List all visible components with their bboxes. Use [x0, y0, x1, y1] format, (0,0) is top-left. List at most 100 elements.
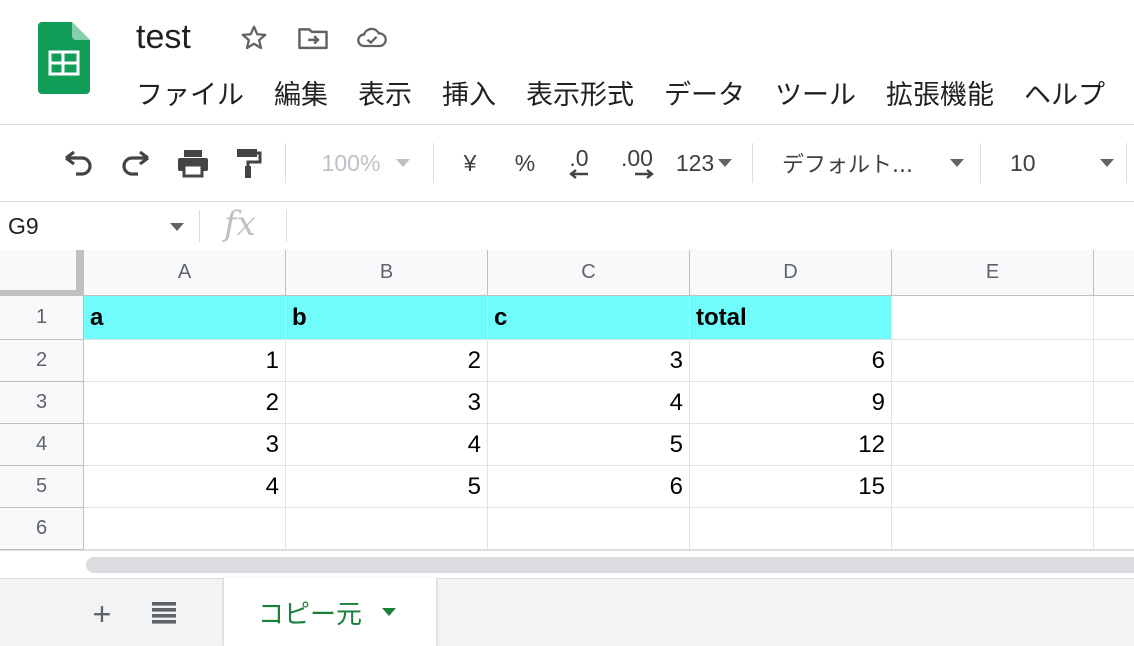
formula-bar-separator	[286, 210, 287, 242]
formula-bar-separator	[199, 210, 200, 242]
star-icon[interactable]	[238, 22, 270, 54]
cell-e3[interactable]	[892, 382, 1094, 424]
cell-c1[interactable]: c	[488, 296, 690, 340]
cell-a5[interactable]: 4	[84, 466, 286, 508]
undo-icon[interactable]	[58, 143, 100, 183]
cell-b4[interactable]: 4	[286, 424, 488, 466]
toolbar-separator	[433, 143, 434, 183]
menu-bar: ファイル 編集 表示 挿入 表示形式 データ ツール 拡張機能 ヘルプ	[136, 76, 1134, 116]
row-header-2[interactable]: 2	[0, 340, 84, 382]
arrow-left-icon	[569, 169, 588, 179]
name-box[interactable]: G9	[8, 208, 39, 244]
column-header-a[interactable]: A	[84, 250, 286, 296]
row-header-6[interactable]: 6	[0, 508, 84, 550]
all-sheets-menu-icon[interactable]	[150, 600, 178, 626]
cell-c3[interactable]: 4	[488, 382, 690, 424]
cell-c5[interactable]: 6	[488, 466, 690, 508]
font-size-select[interactable]: 10	[1010, 143, 1114, 183]
spreadsheet-grid: A B C D E 1 2 3 4 5 6 a b c total 1 2 3 …	[0, 250, 1134, 550]
row-header-1[interactable]: 1	[0, 296, 84, 340]
toolbar-separator	[285, 143, 286, 183]
cell-f1[interactable]	[1094, 296, 1134, 340]
cell-f3[interactable]	[1094, 382, 1134, 424]
column-header-c[interactable]: C	[488, 250, 690, 296]
menu-extensions[interactable]: 拡張機能	[886, 76, 994, 116]
cell-a3[interactable]: 2	[84, 382, 286, 424]
cloud-saved-icon[interactable]	[356, 22, 388, 54]
formula-bar-divider	[0, 201, 1134, 202]
row-header-4[interactable]: 4	[0, 424, 84, 466]
document-title[interactable]: test	[136, 16, 191, 58]
cell-d3[interactable]: 9	[690, 382, 892, 424]
column-header-b[interactable]: B	[286, 250, 488, 296]
sheets-logo-icon[interactable]	[38, 22, 90, 94]
toolbar: 100% ¥ % .0 .00 123 デフォルト... 10	[0, 125, 1134, 201]
cell-a2[interactable]: 1	[84, 340, 286, 382]
cell-b5[interactable]: 5	[286, 466, 488, 508]
add-sheet-button[interactable]: +	[88, 596, 116, 632]
cell-b3[interactable]: 3	[286, 382, 488, 424]
cell-b2[interactable]: 2	[286, 340, 488, 382]
cell-d2[interactable]: 6	[690, 340, 892, 382]
horizontal-scroll-thumb[interactable]	[86, 557, 1134, 573]
sheet-tab-active[interactable]: コピー元	[224, 578, 436, 646]
cell-c2[interactable]: 3	[488, 340, 690, 382]
cell-e2[interactable]	[892, 340, 1094, 382]
fx-icon: fx	[224, 204, 256, 244]
currency-format-button[interactable]: ¥	[455, 143, 485, 183]
paint-format-icon[interactable]	[230, 143, 266, 183]
cell-f5[interactable]	[1094, 466, 1134, 508]
more-formats-caret-icon	[718, 159, 733, 167]
cell-f2[interactable]	[1094, 340, 1134, 382]
cell-c6[interactable]	[488, 508, 690, 550]
menu-view[interactable]: 表示	[358, 76, 412, 116]
row-header-3[interactable]: 3	[0, 382, 84, 424]
font-caret-icon	[950, 159, 964, 167]
menu-format[interactable]: 表示形式	[526, 76, 634, 116]
sheet-tab-caret-icon[interactable]	[382, 608, 397, 616]
cell-e6[interactable]	[892, 508, 1094, 550]
column-header-d[interactable]: D	[690, 250, 892, 296]
toolbar-separator	[752, 143, 753, 183]
cell-f4[interactable]	[1094, 424, 1134, 466]
menu-insert[interactable]: 挿入	[442, 76, 496, 116]
menu-file[interactable]: ファイル	[136, 76, 244, 116]
zoom-select[interactable]: 100%	[312, 143, 420, 183]
increase-decimal-button[interactable]: .00	[614, 143, 660, 183]
menu-help[interactable]: ヘルプ	[1024, 76, 1105, 116]
cell-a4[interactable]: 3	[84, 424, 286, 466]
more-formats-button[interactable]: 123	[671, 143, 737, 183]
redo-icon[interactable]	[114, 143, 156, 183]
cell-d5[interactable]: 15	[690, 466, 892, 508]
move-to-folder-icon[interactable]	[297, 22, 329, 54]
arrow-right-icon	[635, 169, 654, 179]
cell-e5[interactable]	[892, 466, 1094, 508]
cell-d6[interactable]	[690, 508, 892, 550]
cell-c4[interactable]: 5	[488, 424, 690, 466]
cell-d1[interactable]: total	[690, 296, 892, 340]
cell-e4[interactable]	[892, 424, 1094, 466]
decrease-decimal-button[interactable]: .0	[559, 143, 599, 183]
toolbar-separator	[1126, 143, 1127, 183]
font-family-select[interactable]: デフォルト...	[782, 143, 964, 183]
cell-a1[interactable]: a	[84, 296, 286, 340]
column-header-f[interactable]	[1094, 250, 1134, 296]
zoom-caret-icon	[396, 159, 411, 167]
cell-f6[interactable]	[1094, 508, 1134, 550]
cell-d4[interactable]: 12	[690, 424, 892, 466]
menu-edit[interactable]: 編集	[274, 76, 328, 116]
name-box-caret-icon[interactable]	[170, 223, 184, 231]
cell-b6[interactable]	[286, 508, 488, 550]
menu-data[interactable]: データ	[664, 76, 745, 116]
row-header-5[interactable]: 5	[0, 466, 84, 508]
zoom-value: 100%	[321, 149, 381, 176]
formula-input[interactable]	[296, 208, 1116, 244]
cell-b1[interactable]: b	[286, 296, 488, 340]
toolbar-separator	[980, 143, 981, 183]
menu-tools[interactable]: ツール	[775, 76, 856, 116]
cell-a6[interactable]	[84, 508, 286, 550]
column-header-e[interactable]: E	[892, 250, 1094, 296]
print-icon[interactable]	[172, 143, 214, 183]
cell-e1[interactable]	[892, 296, 1094, 340]
percent-format-button[interactable]: %	[510, 143, 540, 183]
